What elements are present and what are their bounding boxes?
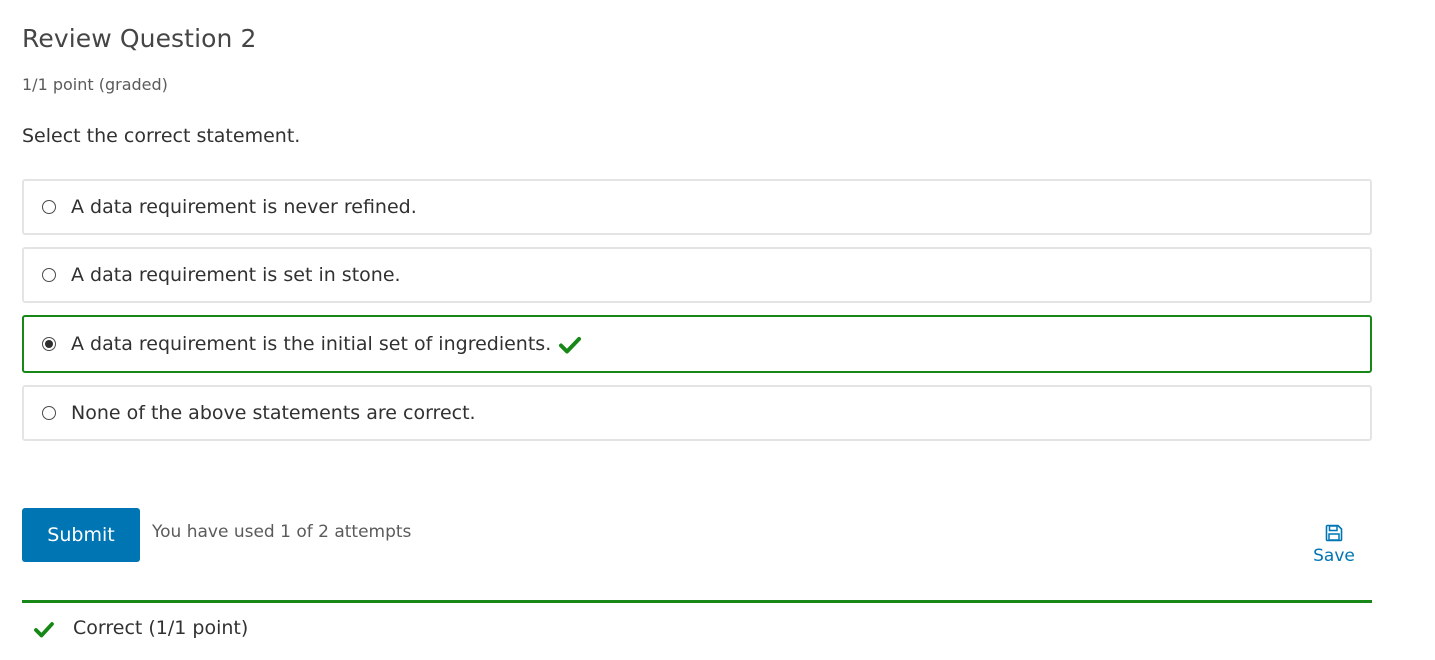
radio-button[interactable]	[42, 406, 56, 420]
choice-label: A data requirement is the initial set of…	[71, 333, 582, 355]
submit-button[interactable]: Submit	[22, 508, 140, 562]
question-title: Review Question 2	[22, 24, 257, 53]
choice-option-2[interactable]: A data requirement is set in stone.	[22, 247, 1372, 303]
radio-button-selected[interactable]	[42, 337, 56, 351]
save-button[interactable]: Save	[1302, 524, 1366, 566]
choice-option-1[interactable]: A data requirement is never refined.	[22, 179, 1372, 235]
question-prompt: Select the correct statement.	[22, 125, 301, 147]
floppy-disk-icon	[1325, 524, 1343, 542]
attempts-counter: You have used 1 of 2 attempts	[152, 522, 412, 542]
choice-label: A data requirement is never refined.	[71, 196, 417, 218]
checkmark-icon	[34, 621, 54, 638]
feedback-text: Correct (1/1 point)	[73, 617, 249, 639]
checkmark-icon	[559, 336, 582, 354]
radio-button[interactable]	[42, 268, 56, 282]
choice-list: A data requirement is never refined. A d…	[22, 179, 1372, 453]
choice-label: None of the above statements are correct…	[71, 402, 476, 424]
save-label: Save	[1313, 546, 1355, 566]
feedback-banner: Correct (1/1 point)	[22, 600, 1372, 660]
points-status: 1/1 point (graded)	[22, 75, 168, 94]
radio-button[interactable]	[42, 200, 56, 214]
choice-label: A data requirement is set in stone.	[71, 264, 401, 286]
choice-option-4[interactable]: None of the above statements are correct…	[22, 385, 1372, 441]
choice-option-3[interactable]: A data requirement is the initial set of…	[22, 315, 1372, 373]
